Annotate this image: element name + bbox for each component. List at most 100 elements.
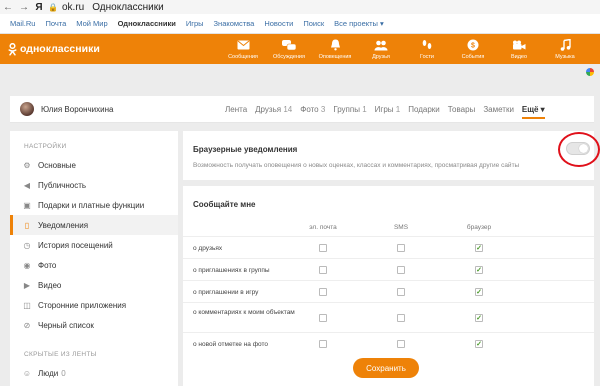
notify-me-title: Сообщайте мне	[193, 200, 256, 209]
email-checkbox[interactable]	[319, 266, 327, 274]
logo-text: одноклассники	[20, 43, 100, 55]
sidebar-item[interactable]: ⊘ Черный список	[10, 315, 178, 335]
profile-tab[interactable]: Подарки	[408, 105, 440, 114]
profile-name[interactable]: Юлия Ворончихина	[41, 105, 114, 114]
sms-checkbox[interactable]	[397, 266, 405, 274]
browser-checkbox[interactable]	[475, 244, 483, 252]
sidebar-item[interactable]: ◉ Фото	[10, 255, 178, 275]
email-checkbox[interactable]	[319, 288, 327, 296]
browser-checkbox[interactable]	[475, 288, 483, 296]
browser-notifications-title: Браузерные уведомления	[193, 145, 298, 154]
nav-label: Обсуждения	[273, 53, 305, 60]
browser-checkbox[interactable]	[475, 340, 483, 348]
profile-tab[interactable]: Игры 1	[375, 105, 401, 114]
portal-link[interactable]: Новости	[264, 19, 293, 28]
sidebar-item-label: Фото	[38, 260, 57, 270]
nav-footprints[interactable]: Гости	[404, 34, 450, 64]
row-label: о новой отметке на фото	[193, 341, 269, 348]
profile-tab[interactable]: Товары	[448, 105, 476, 114]
arrow-right-icon[interactable]: →	[16, 2, 32, 13]
yandex-logo[interactable]: Я	[32, 2, 46, 13]
camera-icon: ◉	[23, 260, 31, 270]
sms-checkbox[interactable]	[397, 340, 405, 348]
page-title: Одноклассники	[92, 1, 164, 13]
settings-sidebar: НАСТРОЙКИ ⚙ Основные ◀ Публичность ▣ Подарки и…	[10, 131, 178, 386]
sidebar-item-label: Люди	[38, 368, 59, 378]
portal-link[interactable]: Все проекты ▾	[334, 19, 384, 28]
svg-text:$: $	[471, 43, 475, 50]
portal-link[interactable]: Поиск	[303, 19, 324, 28]
sidebar-item[interactable]: ☺ Люди 0	[10, 363, 178, 383]
nav-envelope[interactable]: Сообщения	[220, 34, 266, 64]
google-plus-icon[interactable]	[586, 68, 594, 76]
nav-video-camera[interactable]: Видео	[496, 34, 542, 64]
notification-icon: ▯	[24, 220, 30, 230]
megaphone-icon: ◀	[23, 180, 31, 190]
avatar[interactable]	[20, 102, 34, 116]
sidebar-item[interactable]: ▶ Видео	[10, 275, 178, 295]
profile-tab-label: Фото	[300, 105, 319, 114]
profile-tab-count: 1	[395, 105, 401, 114]
profile-tab-count: 1	[362, 105, 367, 114]
profile-tab[interactable]: Лента	[225, 105, 247, 114]
profile-tab-label: Товары	[447, 105, 476, 114]
row-label: о комментариях к моим объектам	[193, 309, 295, 316]
odnoklassniki-logo[interactable]: одноклассники	[8, 42, 100, 56]
browser-checkbox[interactable]	[475, 314, 483, 322]
nav-bell[interactable]: Оповещения	[312, 34, 358, 64]
portal-link[interactable]: Почта	[45, 19, 66, 28]
toggle-knob	[579, 144, 588, 153]
hidden-section-header: СКРЫТЫЕ ИЗ ЛЕНТЫ	[24, 350, 97, 358]
table-row: о приглашении в игру	[183, 280, 594, 302]
sms-checkbox[interactable]	[397, 314, 405, 322]
profile-tab[interactable]: Друзья 14	[255, 105, 292, 114]
sidebar-item-label: Уведомления	[38, 220, 89, 230]
settings-section-header: НАСТРОЙКИ	[24, 142, 67, 150]
nav-music-note[interactable]: Музыка	[542, 34, 588, 64]
history-icon: ◷	[23, 240, 31, 250]
sidebar-item[interactable]: ⚙ Основные	[10, 155, 178, 175]
portal-link[interactable]: Знакомства	[214, 19, 255, 28]
profile-tab[interactable]: Заметки	[483, 105, 514, 114]
sidebar-item[interactable]: ◫ Сторонние приложения	[10, 295, 178, 315]
arrow-left-icon[interactable]: ←	[0, 2, 16, 13]
address-bar[interactable]: ok.ru	[62, 2, 84, 13]
nav-friends[interactable]: Друзья	[358, 34, 404, 64]
sidebar-item[interactable]: ▣ Подарки и платные функции	[10, 195, 178, 215]
nav-events[interactable]: $ События	[450, 34, 496, 64]
top-nav-items: Сообщения Обсуждения Оповещения Друзья Гости…	[220, 34, 588, 64]
browser-checkbox[interactable]	[475, 266, 483, 274]
row-label: о приглашении в игру	[193, 289, 259, 296]
portal-link[interactable]: Mail.Ru	[10, 19, 35, 28]
save-button[interactable]: Сохранить	[353, 358, 419, 378]
email-checkbox[interactable]	[319, 314, 327, 322]
portal-links-bar: Mail.Ru Почта Мой Мир Одноклассники Игры Знак…	[0, 14, 600, 34]
profile-tab[interactable]: Группы 1	[333, 105, 366, 114]
lock-icon[interactable]: 🔒	[46, 3, 60, 12]
portal-link[interactable]: Мой Мир	[76, 19, 107, 28]
row-label: о друзьях	[193, 245, 223, 252]
footprints-icon	[420, 39, 434, 52]
email-checkbox[interactable]	[319, 244, 327, 252]
browser-notifications-toggle[interactable]	[566, 142, 590, 155]
sms-checkbox[interactable]	[397, 288, 405, 296]
sms-checkbox[interactable]	[397, 244, 405, 252]
top-navigation-bar: одноклассники Сообщения Обсуждения Оповеще…	[0, 34, 600, 64]
column-header: SMS	[393, 224, 409, 231]
sidebar-item-label: Сторонние приложения	[38, 300, 127, 310]
profile-tab-label: Друзья	[255, 105, 282, 114]
sidebar-item[interactable]: ◀ Публичность	[10, 175, 178, 195]
email-checkbox[interactable]	[319, 340, 327, 348]
sidebar-item[interactable]: ◷ История посещений	[10, 235, 178, 255]
sidebar-item[interactable]: ▯ Уведомления	[10, 215, 178, 235]
blocked-user-icon: ⊘	[23, 320, 31, 330]
envelope-icon	[236, 39, 250, 52]
profile-tab-label: Заметки	[483, 105, 514, 114]
profile-tab-label: Лента	[225, 105, 248, 114]
ok-logo-icon	[8, 42, 17, 56]
profile-tab[interactable]: Фото 3	[300, 105, 325, 114]
tab-more[interactable]: Ещё ▾	[521, 105, 545, 119]
nav-chat-bubbles[interactable]: Обсуждения	[266, 34, 312, 64]
portal-link[interactable]: Игры	[186, 19, 204, 28]
portal-link[interactable]: Одноклассники	[118, 19, 176, 28]
